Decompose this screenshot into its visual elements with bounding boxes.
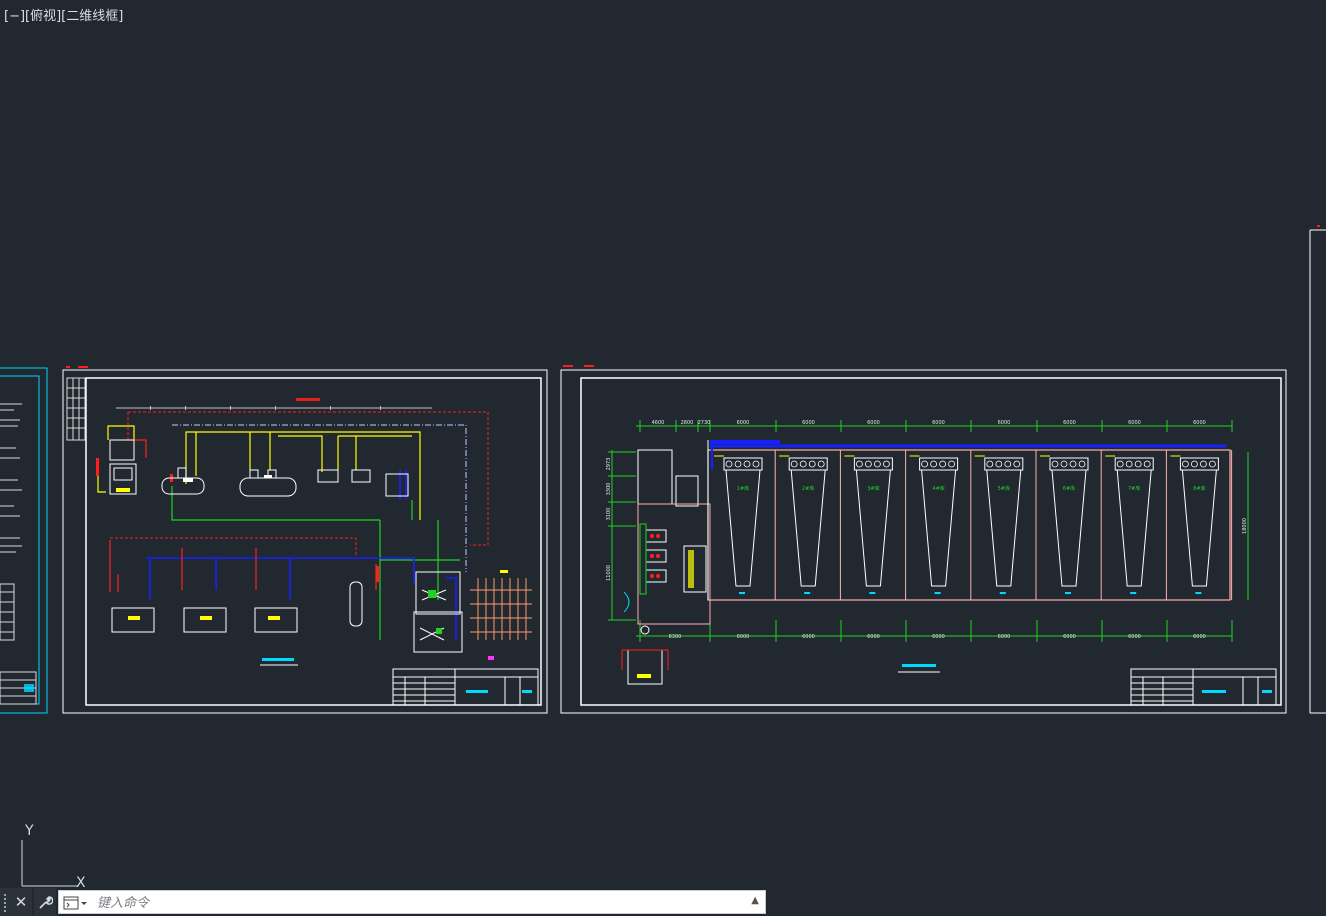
cold-room-bay: 7#库 — [1105, 450, 1167, 600]
dimension-label: 6000 — [998, 420, 1011, 426]
dimension-label: 3300 — [606, 483, 612, 496]
dimension-label: 6000 — [802, 634, 815, 640]
dimension-label: 6000 — [1193, 420, 1206, 426]
cold-room-bay: 8#库 — [1170, 450, 1233, 600]
dimension-label: 2800 — [681, 420, 694, 426]
bay-label: 8#库 — [1193, 485, 1205, 492]
ucs-y-label: Y — [25, 823, 34, 839]
bay-label: 7#库 — [1128, 485, 1140, 492]
bay-label: 6#库 — [1063, 485, 1075, 492]
bay-label: 2#库 — [802, 485, 814, 492]
dimension-label: 6000 — [867, 420, 880, 426]
sheet-system-diagram — [62, 366, 548, 714]
dimension-label: 4600 — [652, 420, 665, 426]
dimension-label: 6000 — [1193, 634, 1206, 640]
cold-room-bay: 5#库 — [974, 450, 1037, 600]
dimension-label: 8300 — [669, 634, 682, 640]
command-line-grip-handle[interactable] — [0, 888, 10, 916]
dimension-label: 6000 — [932, 420, 945, 426]
dimension-label: 2730 — [698, 420, 711, 426]
dimension-label: 6000 — [1063, 634, 1076, 640]
cold-room-bay: 1#库 — [714, 450, 776, 600]
wrench-icon[interactable] — [34, 888, 56, 916]
dimension-label: 6000 — [1128, 634, 1141, 640]
bay-label: 1#库 — [737, 485, 749, 492]
sheet-floor-plan: 1#库 2#库 3#库 4#库 5#库 6#库 7#库 8#库 — [560, 365, 1287, 714]
dimension-label: 6000 — [802, 420, 815, 426]
close-icon[interactable]: ✕ — [10, 888, 32, 916]
dimension-label: 6000 — [737, 634, 750, 640]
cad-drawing-canvas[interactable]: 1#库 2#库 3#库 4#库 5#库 6#库 7#库 8#库 4600 2800 2730 600… — [0, 0, 1326, 886]
dimension-label: 6000 — [1128, 420, 1141, 426]
dimension-label: 18000 — [1242, 518, 1248, 534]
cold-room-bay: 2#库 — [779, 450, 841, 600]
dimension-label: 6000 — [737, 420, 750, 426]
cold-room-bay: 4#库 — [909, 450, 972, 600]
command-line-bar: ✕ ▲ — [0, 888, 770, 916]
ucs-icon: Y X — [8, 820, 98, 892]
command-prompt-icon[interactable] — [63, 895, 87, 911]
right-partial-sheet — [1309, 225, 1326, 714]
cold-room-bay: 6#库 — [1040, 450, 1102, 600]
dimension-label: 6000 — [932, 634, 945, 640]
bay-label: 5#库 — [998, 485, 1010, 492]
left-partial-sheet — [0, 367, 48, 714]
command-input-container[interactable]: ▲ — [58, 890, 766, 914]
command-input[interactable] — [95, 893, 739, 913]
dimension-label: 2973 — [606, 458, 612, 471]
dimension-label: 6000 — [998, 634, 1011, 640]
dimension-label: 6000 — [1063, 420, 1076, 426]
dimension-label: 3100 — [606, 508, 612, 521]
cold-room-bay: 3#库 — [844, 450, 907, 600]
bay-label: 3#库 — [867, 485, 879, 492]
bay-label: 4#库 — [932, 485, 944, 492]
dimension-label: 11000 — [606, 565, 612, 581]
dimension-label: 6000 — [867, 634, 880, 640]
chevron-up-icon[interactable]: ▲ — [751, 895, 759, 906]
